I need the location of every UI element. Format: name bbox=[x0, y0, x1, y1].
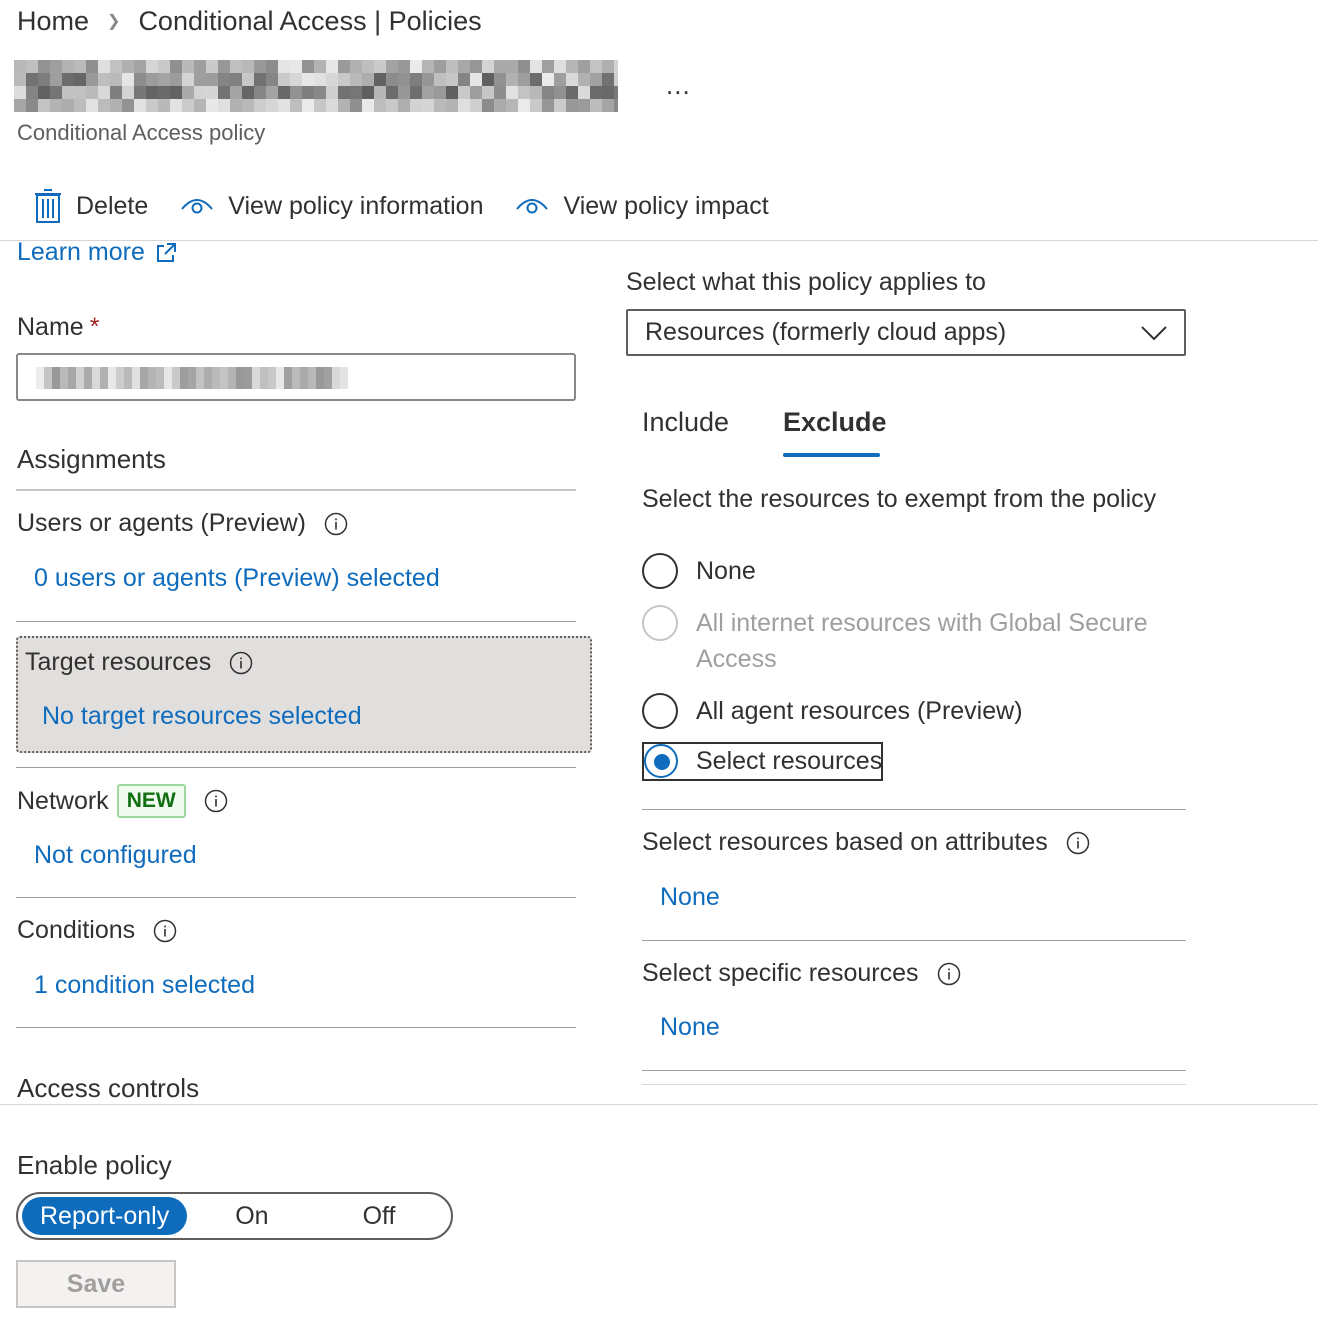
info-icon[interactable] bbox=[204, 789, 228, 813]
attributes-selection-link[interactable]: None bbox=[660, 883, 720, 912]
eye-icon bbox=[181, 199, 214, 214]
radio-button bbox=[642, 605, 678, 641]
divider bbox=[642, 940, 1186, 941]
trash-icon bbox=[35, 189, 61, 223]
tab-include[interactable]: Include bbox=[642, 407, 729, 438]
redacted-page-title bbox=[14, 60, 618, 112]
required-indicator: * bbox=[89, 313, 100, 341]
toggle-on[interactable]: On bbox=[217, 1197, 286, 1235]
radio-label: All internet resources with Global Secur… bbox=[696, 609, 1148, 673]
radio-button[interactable] bbox=[642, 693, 678, 729]
radio-select-resources[interactable]: Select resources bbox=[644, 744, 882, 778]
specific-resources-label: Select specific resources bbox=[642, 959, 961, 988]
radio-button[interactable] bbox=[642, 553, 678, 589]
chevron-right-icon: ❯ bbox=[107, 13, 121, 30]
info-icon[interactable] bbox=[324, 512, 348, 536]
external-link-icon bbox=[156, 242, 176, 262]
radio-all-agent-resources[interactable]: All agent resources (Preview) bbox=[642, 693, 1023, 729]
breadcrumb-home[interactable]: Home bbox=[17, 6, 89, 36]
learn-more-link[interactable]: Learn more bbox=[17, 238, 177, 267]
toolbar-divider bbox=[0, 240, 1318, 241]
network-label: Network NEW bbox=[17, 784, 228, 818]
view-policy-information-button[interactable]: View policy information bbox=[180, 192, 483, 221]
network-selection-link[interactable]: Not configured bbox=[34, 841, 197, 870]
view-policy-impact-label: View policy impact bbox=[563, 191, 769, 220]
users-selection-link[interactable]: 0 users or agents (Preview) selected bbox=[34, 564, 440, 593]
radio-label: None bbox=[696, 557, 756, 585]
info-icon[interactable] bbox=[153, 919, 177, 943]
breadcrumb-current[interactable]: Conditional Access | Policies bbox=[138, 6, 481, 36]
radio-none[interactable]: None bbox=[642, 553, 756, 589]
radio-label: All agent resources (Preview) bbox=[696, 697, 1023, 725]
attributes-label: Select resources based on attributes bbox=[642, 828, 1090, 857]
name-label: Name * bbox=[17, 313, 100, 341]
radio-button[interactable] bbox=[644, 744, 678, 778]
radio-label: Select resources bbox=[696, 747, 883, 775]
divider bbox=[16, 489, 576, 491]
target-resources-label: Target resources bbox=[25, 648, 253, 677]
info-icon[interactable] bbox=[937, 962, 961, 986]
breadcrumb: Home ❯ Conditional Access | Policies bbox=[17, 4, 482, 39]
enable-policy-toggle[interactable]: Report-only On Off bbox=[16, 1192, 453, 1240]
divider bbox=[642, 809, 1186, 810]
redacted-name-value bbox=[36, 367, 348, 389]
specific-resources-selection-link[interactable]: None bbox=[660, 1013, 720, 1042]
conditions-label: Conditions bbox=[17, 916, 177, 945]
view-policy-information-label: View policy information bbox=[228, 191, 484, 220]
footer-divider bbox=[0, 1104, 1318, 1105]
applies-to-value: Resources (formerly cloud apps) bbox=[645, 318, 1007, 346]
command-bar: Delete View policy information View poli… bbox=[34, 186, 801, 226]
target-resources-selection-link[interactable]: No target resources selected bbox=[42, 702, 362, 731]
exempt-instructions: Select the resources to exempt from the … bbox=[642, 485, 1157, 513]
more-options-icon[interactable]: ... bbox=[666, 70, 691, 101]
divider bbox=[16, 897, 576, 898]
access-controls-heading: Access controls bbox=[17, 1073, 200, 1103]
conditions-selection-link[interactable]: 1 condition selected bbox=[34, 971, 255, 1000]
tab-exclude[interactable]: Exclude bbox=[783, 407, 887, 438]
enable-policy-label: Enable policy bbox=[17, 1150, 172, 1180]
new-badge: NEW bbox=[116, 784, 186, 818]
users-label: Users or agents (Preview) bbox=[17, 509, 348, 538]
divider bbox=[16, 767, 576, 768]
toggle-off[interactable]: Off bbox=[345, 1197, 414, 1235]
save-button[interactable]: Save bbox=[16, 1260, 176, 1308]
info-icon[interactable] bbox=[229, 651, 253, 675]
divider bbox=[16, 1027, 576, 1028]
view-policy-impact-button[interactable]: View policy impact bbox=[515, 191, 769, 221]
applies-to-dropdown[interactable]: Resources (formerly cloud apps) bbox=[626, 309, 1186, 356]
info-icon[interactable] bbox=[1066, 831, 1090, 855]
active-tab-indicator bbox=[783, 453, 880, 457]
divider bbox=[642, 1070, 1186, 1071]
applies-to-label: Select what this policy applies to bbox=[626, 268, 986, 296]
delete-label: Delete bbox=[76, 191, 149, 220]
chevron-down-icon bbox=[1141, 326, 1167, 341]
radio-all-internet-resources: All internet resources with Global Secur… bbox=[642, 605, 1148, 677]
name-input[interactable] bbox=[16, 353, 576, 401]
page-subtitle: Conditional Access policy bbox=[17, 120, 266, 145]
divider bbox=[16, 621, 576, 622]
delete-button[interactable]: Delete bbox=[34, 189, 148, 223]
eye-icon bbox=[516, 199, 549, 214]
learn-more-label: Learn more bbox=[17, 238, 145, 266]
divider bbox=[642, 1084, 1186, 1085]
toggle-report-only[interactable]: Report-only bbox=[22, 1197, 188, 1235]
assignments-heading: Assignments bbox=[17, 444, 166, 474]
